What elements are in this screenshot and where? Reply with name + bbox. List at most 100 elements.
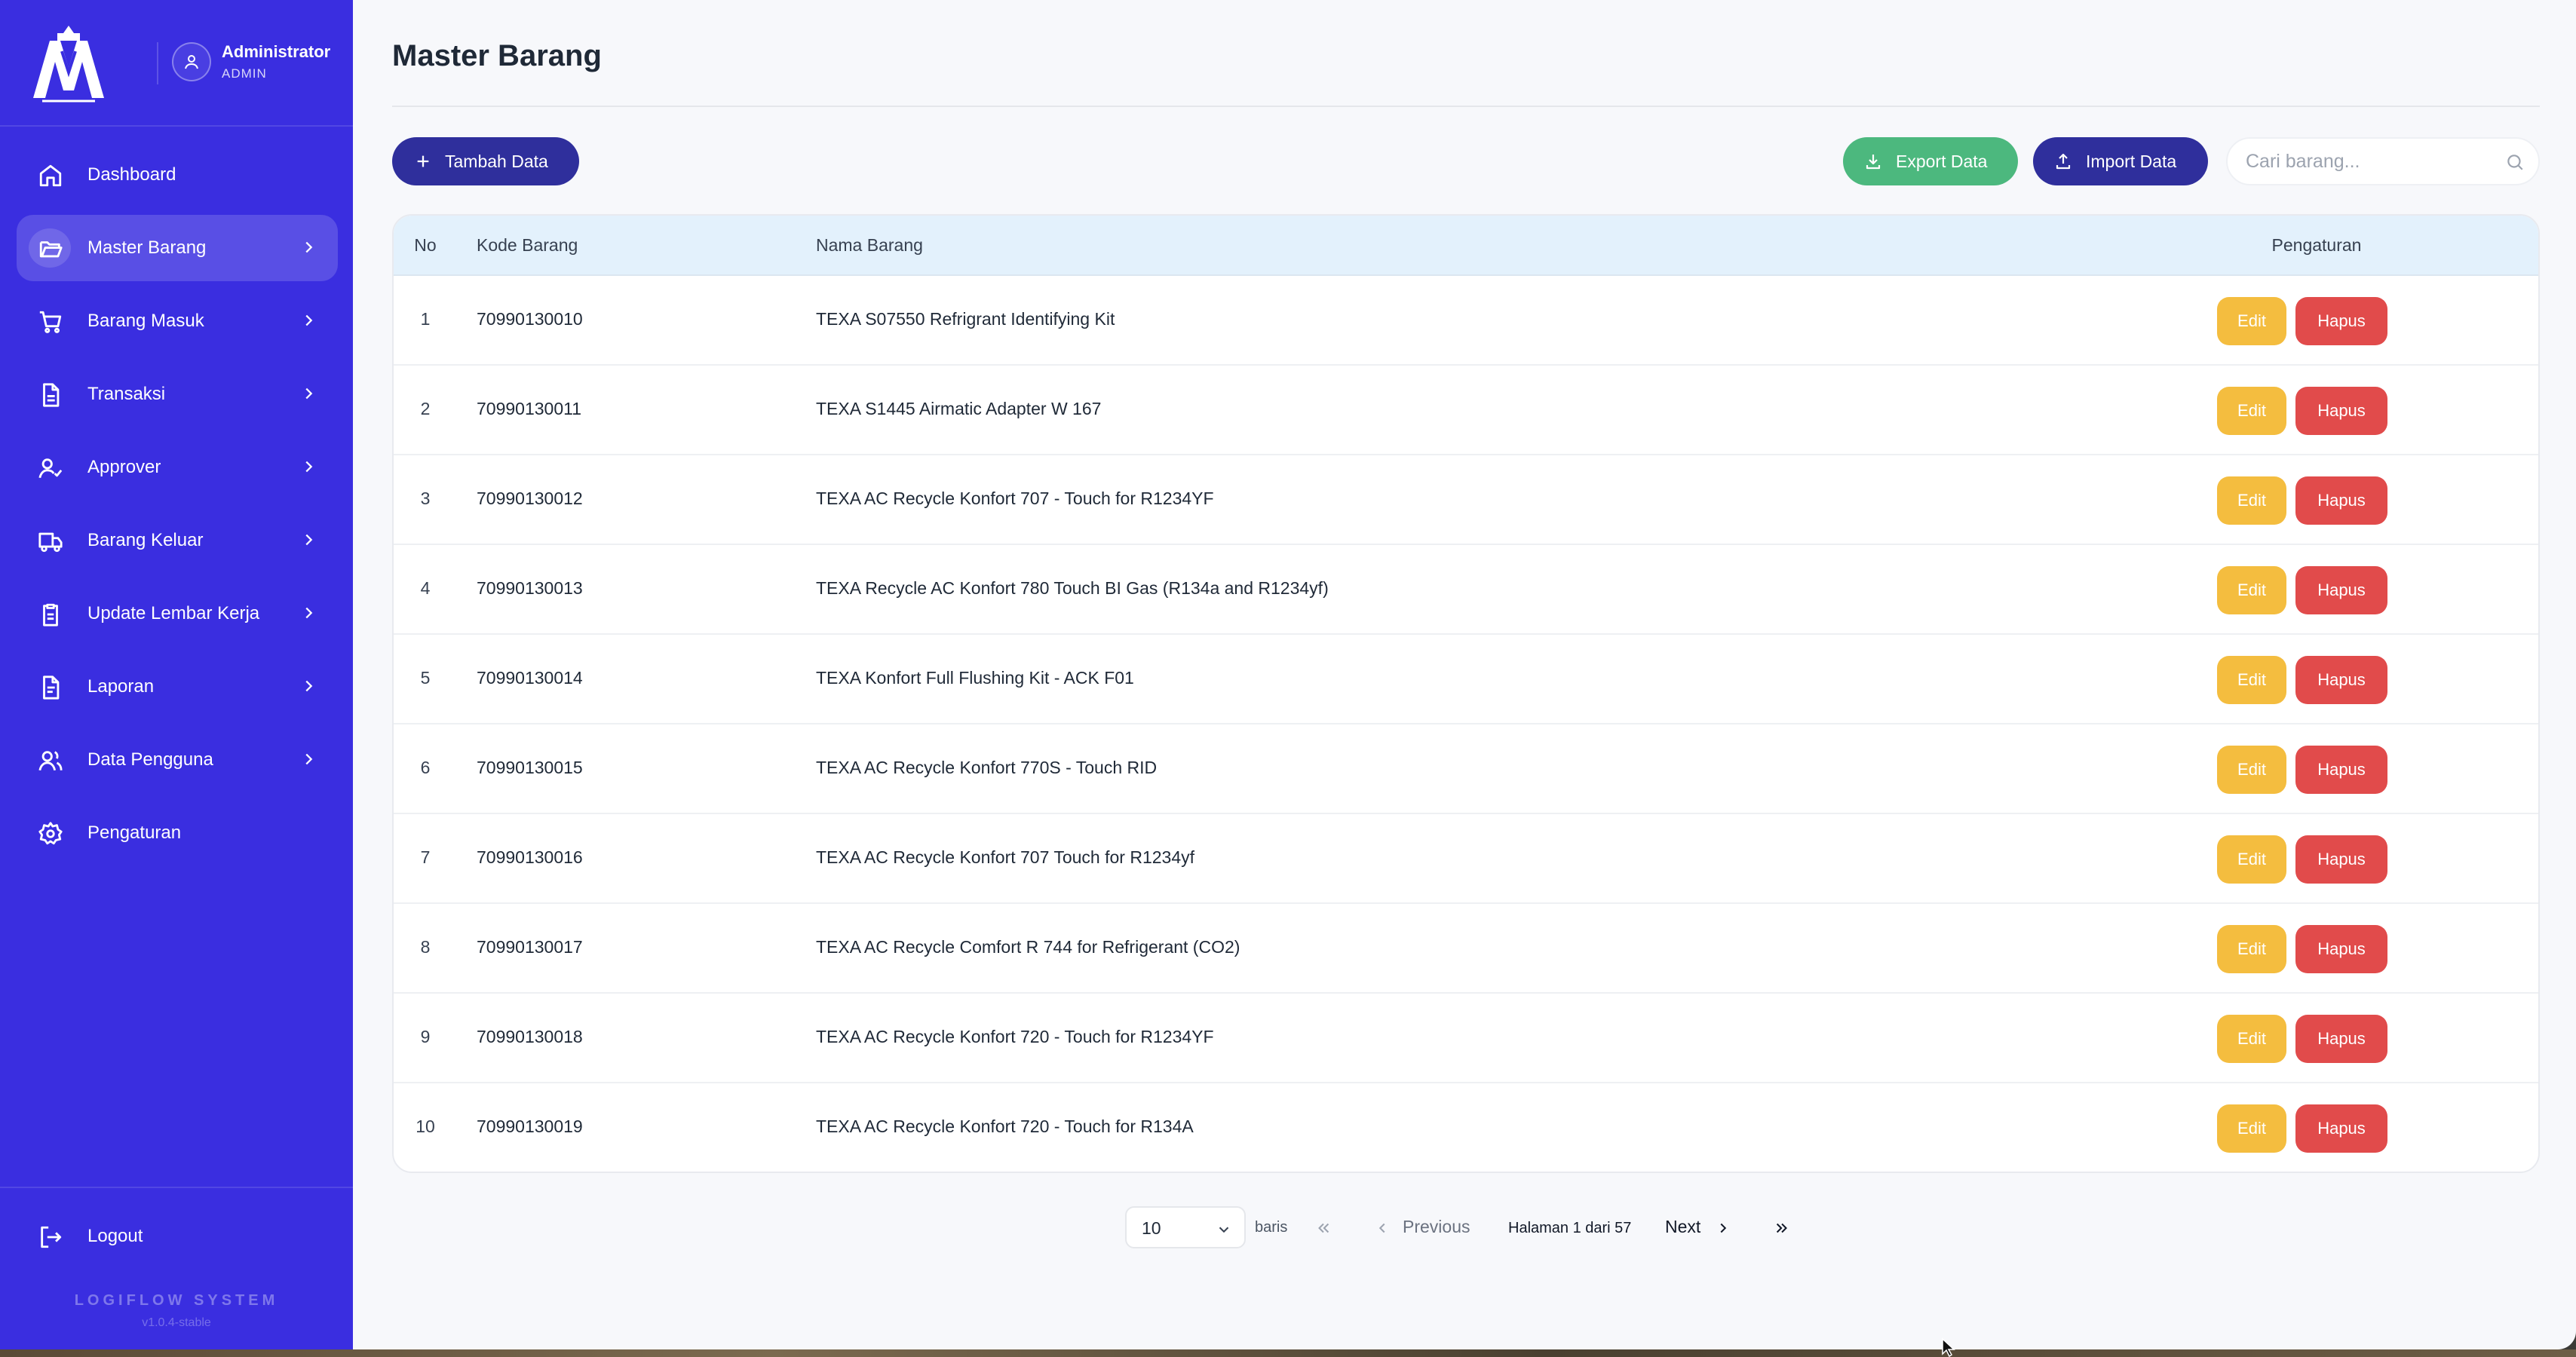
page-size-select[interactable]: 10 [1125, 1206, 1246, 1248]
logout-button[interactable]: Logout [17, 1203, 338, 1270]
home-icon [39, 164, 62, 187]
download-icon [1866, 155, 1881, 170]
avatar[interactable] [172, 42, 211, 81]
table-row: 9 70990130018 TEXA AC Recycle Konfort 72… [394, 994, 2538, 1083]
sidebar-item-master-barang[interactable]: Master Barang [17, 215, 338, 281]
header-divider [157, 42, 158, 84]
logout-label: Logout [87, 1226, 143, 1246]
cell-nama: TEXA AC Recycle Konfort 720 - Touch for … [816, 1117, 1194, 1136]
search-icon[interactable] [2505, 152, 2525, 172]
chevron-left-icon [1378, 1223, 1385, 1233]
cell-nama: TEXA S07550 Refrigrant Identifying Kit [816, 309, 1115, 329]
col-header-nama: Nama Barang [816, 235, 923, 255]
edit-button[interactable]: Edit [2217, 746, 2286, 794]
rows-label: baris [1255, 1219, 1288, 1236]
sidebar-item-laporan[interactable]: Laporan [17, 654, 338, 720]
file-text-icon [43, 383, 60, 407]
title-divider [392, 106, 2540, 107]
table-row: 1 70990130010 TEXA S07550 Refrigrant Ide… [394, 276, 2538, 366]
search-input[interactable] [2246, 139, 2487, 184]
cell-no: 3 [420, 489, 431, 508]
cell-nama: TEXA AC Recycle Konfort 720 - Touch for … [816, 1027, 1214, 1046]
delete-button[interactable]: Hapus [2295, 656, 2387, 704]
system-version: v1.0.4-stable [142, 1316, 211, 1329]
delete-button[interactable]: Hapus [2295, 746, 2387, 794]
add-data-button[interactable]: Tambah Data [392, 137, 579, 185]
last-page-icon[interactable] [1774, 1220, 1790, 1236]
sidebar-divider [0, 1187, 353, 1188]
edit-button[interactable]: Edit [2217, 297, 2286, 345]
edit-button[interactable]: Edit [2217, 1015, 2286, 1063]
sidebar-item-label: Laporan [87, 676, 155, 697]
cell-no: 10 [416, 1117, 435, 1136]
cell-kode: 70990130015 [477, 758, 583, 777]
cell-kode: 70990130016 [477, 847, 583, 867]
upload-icon [2056, 153, 2071, 170]
table-row: 8 70990130017 TEXA AC Recycle Comfort R … [394, 904, 2538, 994]
sidebar-item-data-pengguna[interactable]: Data Pengguna [17, 727, 338, 793]
sidebar-item-label: Approver [87, 457, 161, 477]
previous-button[interactable]: Previous [1403, 1217, 1470, 1237]
sidebar-item-update-lembar-kerja[interactable]: Update Lembar Kerja [17, 580, 338, 647]
sidebar-item-pengaturan[interactable]: Pengaturan [17, 800, 338, 866]
delete-button[interactable]: Hapus [2295, 387, 2387, 435]
cell-no: 2 [420, 399, 431, 418]
import-data-button[interactable]: Import Data [2033, 137, 2208, 185]
delete-button[interactable]: Hapus [2295, 1104, 2387, 1153]
clipboard-icon [43, 603, 58, 626]
file-report-icon [43, 675, 60, 700]
edit-button[interactable]: Edit [2217, 387, 2286, 435]
logout-icon [41, 1226, 62, 1248]
truck-icon [38, 532, 63, 553]
sidebar-item-approver[interactable]: Approver [17, 434, 338, 501]
import-data-label: Import Data [2086, 151, 2177, 171]
cell-no: 1 [420, 309, 431, 329]
delete-button[interactable]: Hapus [2295, 835, 2387, 884]
sidebar-item-dashboard[interactable]: Dashboard [17, 142, 338, 208]
cell-kode: 70990130010 [477, 309, 583, 329]
export-data-button[interactable]: Export Data [1843, 137, 2018, 185]
sidebar-item-transaksi[interactable]: Transaksi [17, 361, 338, 427]
col-header-no: No [414, 235, 437, 255]
first-page-icon[interactable] [1315, 1220, 1332, 1236]
plus-icon [417, 155, 429, 167]
chevron-right-icon [305, 387, 313, 400]
edit-button[interactable]: Edit [2217, 476, 2286, 525]
chevron-right-icon [1720, 1223, 1727, 1233]
delete-button[interactable]: Hapus [2295, 476, 2387, 525]
sidebar-item-barang-masuk[interactable]: Barang Masuk [17, 288, 338, 354]
cell-no: 8 [420, 937, 431, 957]
table-header: No Kode Barang Nama Barang Pengaturan [394, 216, 2538, 276]
chevron-down-icon [1219, 1227, 1229, 1233]
cell-kode: 70990130017 [477, 937, 583, 957]
edit-button[interactable]: Edit [2217, 1104, 2286, 1153]
cell-no: 7 [420, 847, 431, 867]
edit-button[interactable]: Edit [2217, 835, 2286, 884]
table-row: 5 70990130014 TEXA Konfort Full Flushing… [394, 635, 2538, 724]
cell-kode: 70990130014 [477, 668, 583, 688]
user-role: ADMIN [222, 66, 267, 81]
page-title: Master Barang [392, 39, 602, 72]
delete-button[interactable]: Hapus [2295, 925, 2387, 973]
sidebar-item-label: Pengaturan [87, 822, 182, 843]
delete-button[interactable]: Hapus [2295, 297, 2387, 345]
delete-button[interactable]: Hapus [2295, 1015, 2387, 1063]
desktop-wallpaper-strip [0, 1349, 2576, 1357]
edit-button[interactable]: Edit [2217, 566, 2286, 614]
edit-button[interactable]: Edit [2217, 925, 2286, 973]
cell-nama: TEXA Konfort Full Flushing Kit - ACK F01 [816, 668, 1134, 688]
delete-button[interactable]: Hapus [2295, 566, 2387, 614]
page-info: Halaman 1 dari 57 [1508, 1220, 1632, 1236]
table-row: 4 70990130013 TEXA Recycle AC Konfort 78… [394, 545, 2538, 635]
sidebar-item-barang-keluar[interactable]: Barang Keluar [17, 507, 338, 574]
cell-nama: TEXA Recycle AC Konfort 780 Touch BI Gas… [816, 578, 1329, 598]
chevron-right-icon [305, 753, 313, 765]
edit-button[interactable]: Edit [2217, 656, 2286, 704]
sidebar-item-label: Barang Masuk [87, 311, 204, 331]
cell-nama: TEXA AC Recycle Konfort 770S - Touch RID [816, 758, 1158, 777]
sidebar-item-label: Data Pengguna [87, 749, 213, 770]
cell-nama: TEXA AC Recycle Konfort 707 Touch for R1… [816, 847, 1195, 867]
sidebar-item-label: Master Barang [87, 237, 207, 258]
next-button[interactable]: Next [1665, 1217, 1700, 1237]
cell-nama: TEXA S1445 Airmatic Adapter W 167 [816, 399, 1102, 418]
